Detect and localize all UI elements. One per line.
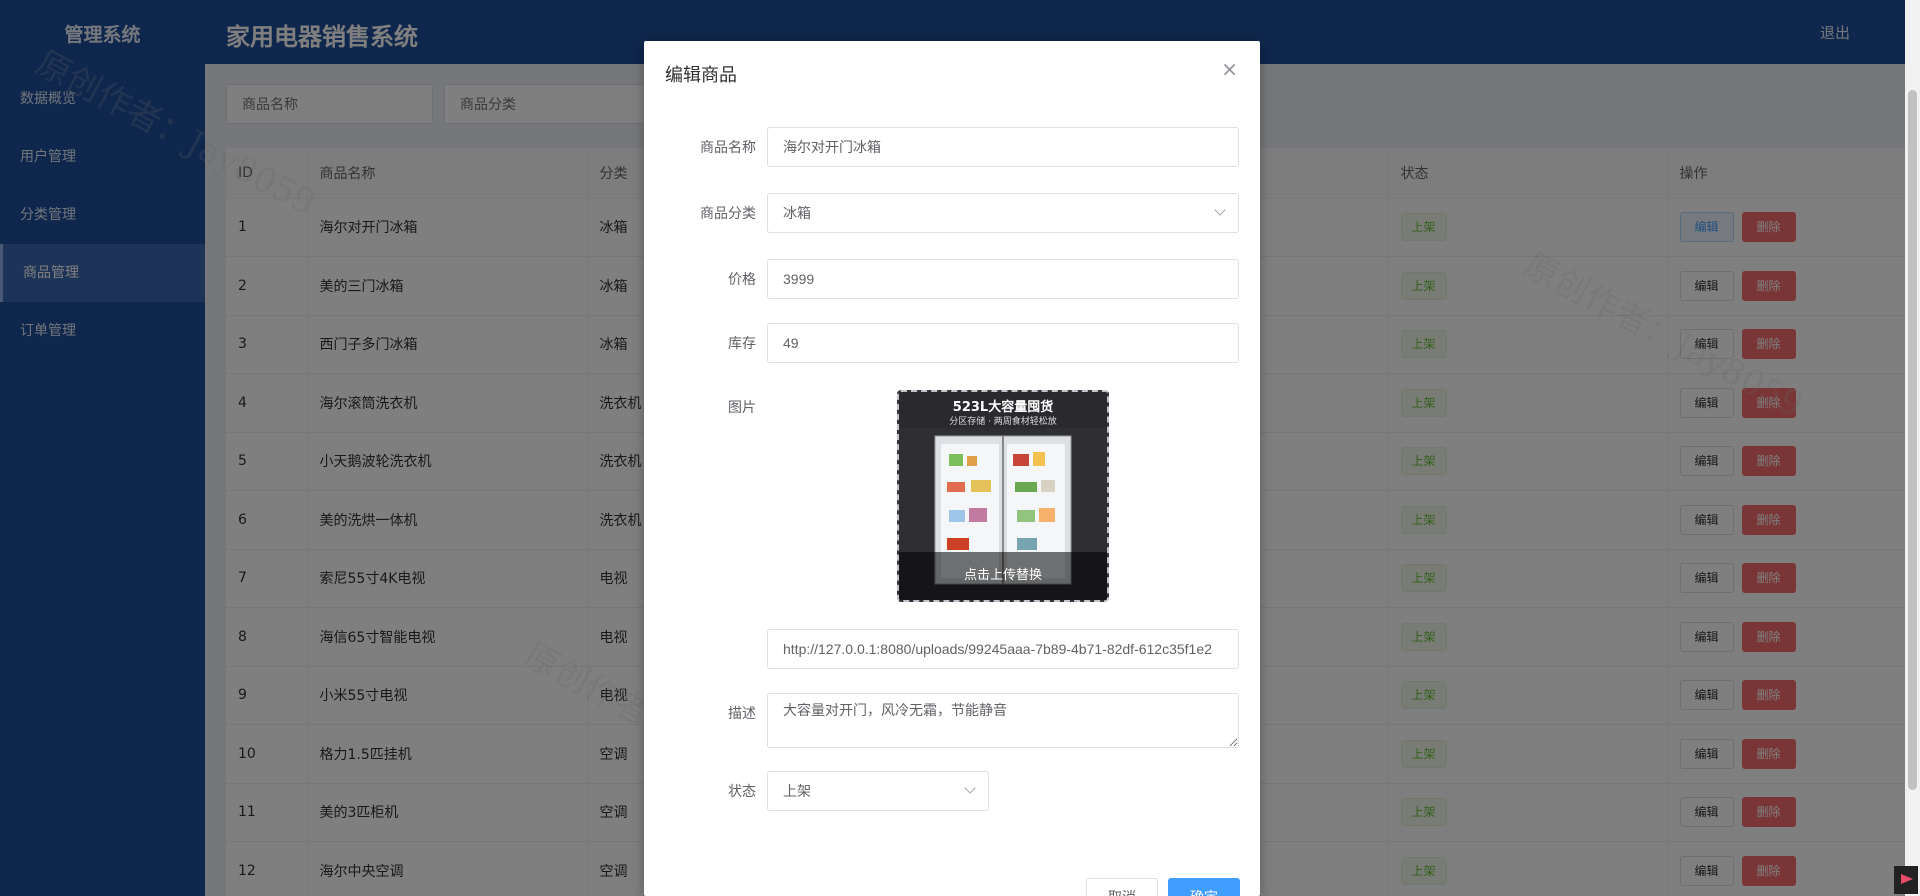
product-category-label: 商品分类 bbox=[700, 206, 756, 222]
image-label: 图片 bbox=[728, 400, 756, 416]
upload-caption: 点击上传替换 bbox=[899, 552, 1107, 600]
product-category-value: 冰箱 bbox=[783, 205, 811, 221]
chevron-down-icon bbox=[964, 782, 976, 794]
product-name-input[interactable]: 海尔对开门冰箱 bbox=[767, 127, 1239, 167]
description-textarea[interactable]: 大容量对开门，风冷无霜，节能静音 bbox=[767, 693, 1239, 748]
description-label: 描述 bbox=[728, 706, 756, 722]
status-label: 状态 bbox=[728, 784, 756, 800]
stock-input[interactable]: 49 bbox=[767, 323, 1239, 363]
image-subline: 分区存储 · 两周食材轻松放 bbox=[949, 417, 1057, 427]
price-input[interactable]: 3999 bbox=[767, 259, 1239, 299]
cancel-button[interactable]: 取消 bbox=[1086, 878, 1158, 896]
product-name-label: 商品名称 bbox=[700, 140, 756, 156]
image-headline: 523L大容量囤货 bbox=[952, 400, 1054, 415]
status-select[interactable]: 上架 bbox=[767, 771, 989, 811]
corner-flag-icon[interactable] bbox=[1894, 866, 1918, 894]
status-value: 上架 bbox=[783, 783, 811, 799]
page-scrollbar[interactable] bbox=[1905, 0, 1920, 896]
chevron-down-icon bbox=[1214, 204, 1226, 216]
scrollbar-thumb[interactable] bbox=[1908, 90, 1917, 790]
product-category-select[interactable]: 冰箱 bbox=[767, 193, 1239, 233]
confirm-button[interactable]: 确定 bbox=[1168, 878, 1240, 896]
stock-label: 库存 bbox=[728, 336, 756, 352]
edit-product-dialog: 编辑商品 × 商品名称 海尔对开门冰箱 商品分类 冰箱 价格 3999 库存 4… bbox=[644, 41, 1260, 896]
close-icon[interactable]: × bbox=[1221, 57, 1238, 81]
image-uploader[interactable]: 523L大容量囤货 分区存储 · 两周食材轻松放 点击上传替换 bbox=[897, 390, 1109, 602]
dialog-title: 编辑商品 bbox=[665, 65, 737, 86]
price-label: 价格 bbox=[728, 272, 756, 288]
image-url-input[interactable]: http://127.0.0.1:8080/uploads/99245aaa-7… bbox=[767, 629, 1239, 669]
